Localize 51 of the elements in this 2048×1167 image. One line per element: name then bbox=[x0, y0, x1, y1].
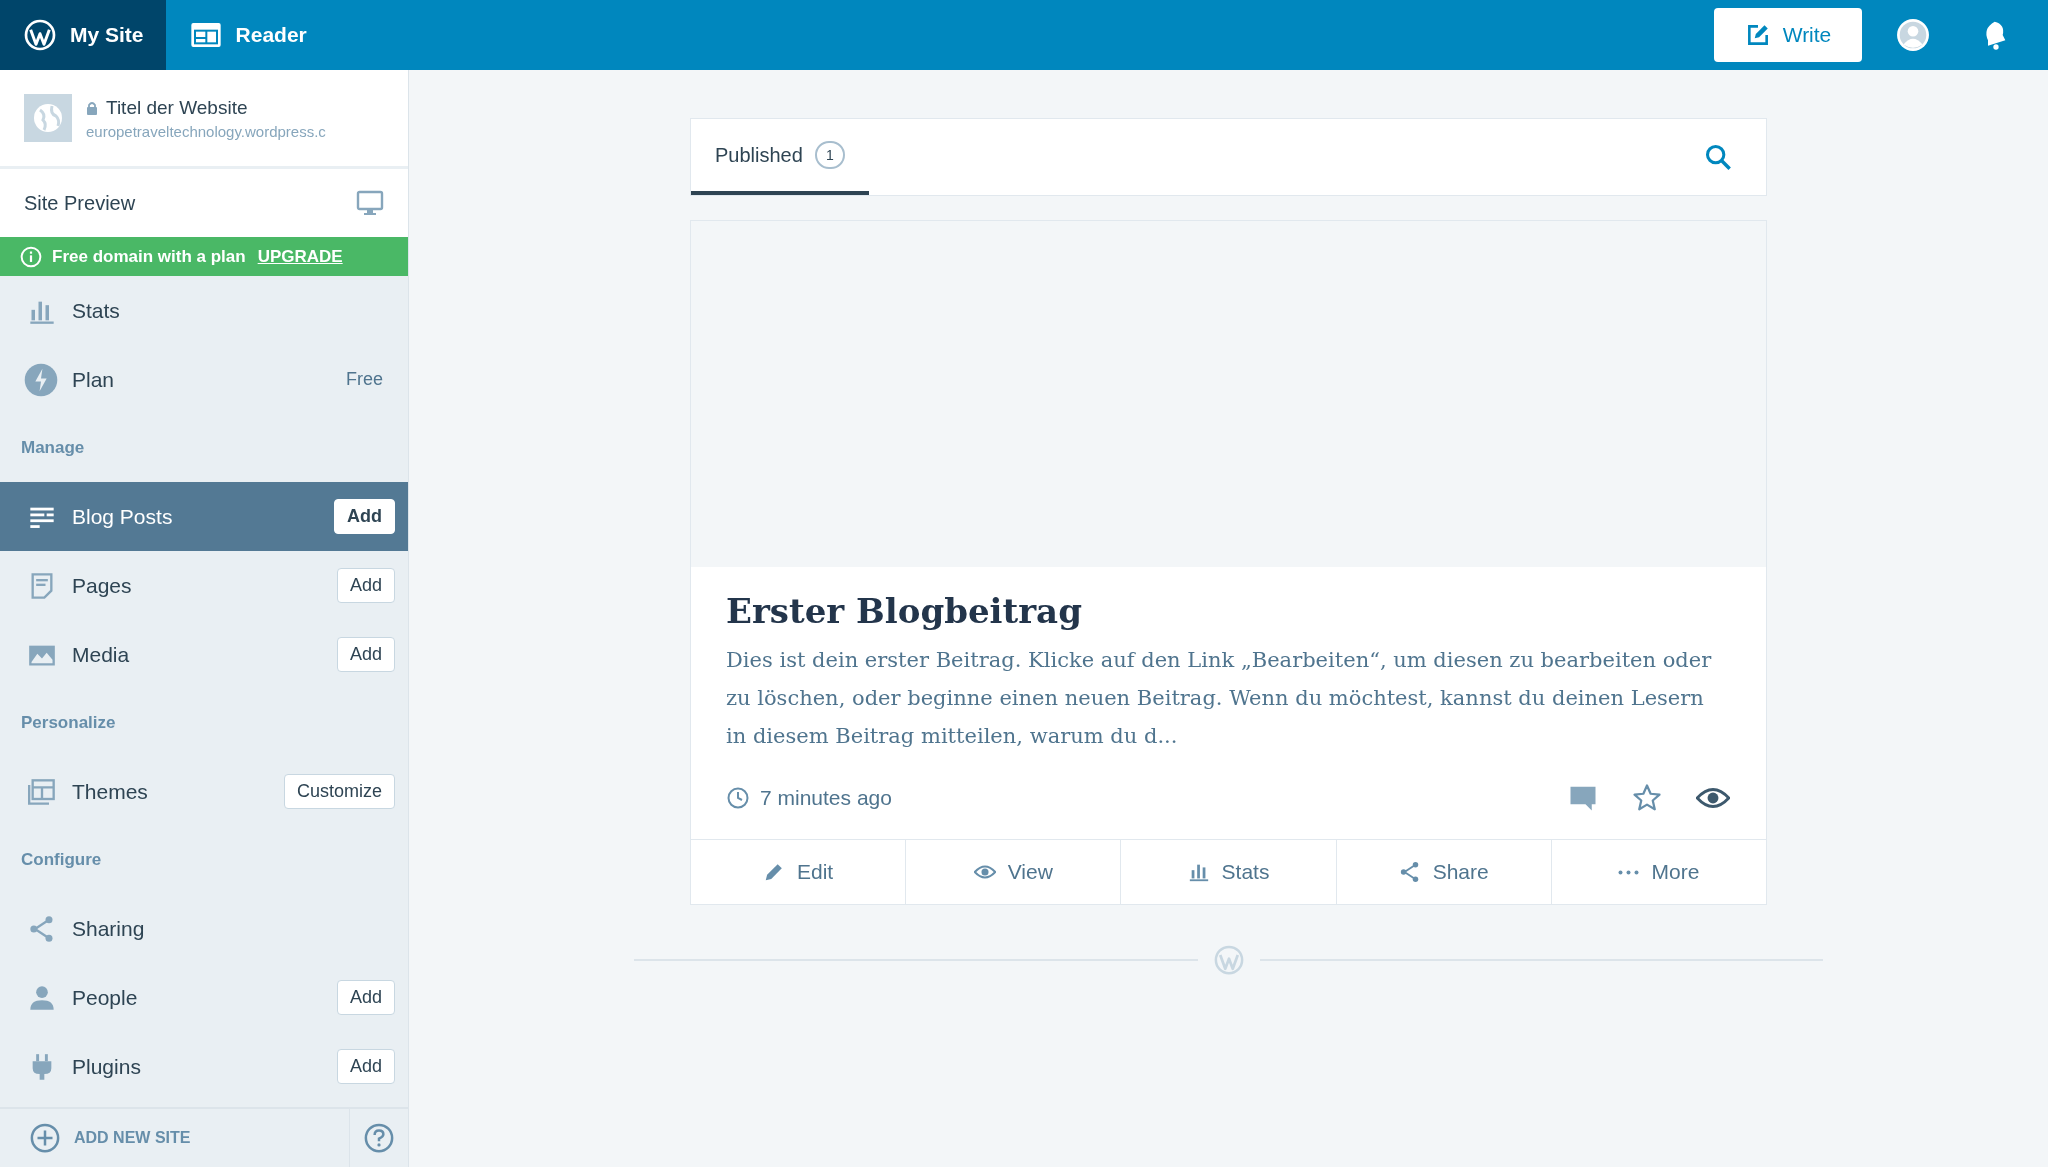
sidebar-item[interactable]: Blog Posts Add bbox=[0, 482, 408, 551]
star-icon[interactable] bbox=[1632, 783, 1662, 813]
sidebar-item[interactable]: Themes Customize bbox=[0, 757, 408, 826]
write-button[interactable]: Write bbox=[1714, 8, 1862, 62]
section-heading: Personalize bbox=[20, 712, 117, 734]
post-excerpt: Dies ist dein erster Beitrag. Klicke auf den Link „Bearbeiten“, um diesen zu bearbeiten oder zu löschen, oder beginne einen neuen Beitrag. Wenn du möchtest, kannst du deinen Lesern in diesem Beitrag mitteilen, warum du d... bbox=[726, 647, 1713, 750]
add-button[interactable]: Add bbox=[336, 980, 395, 1015]
person-icon bbox=[28, 983, 56, 1012]
add-button[interactable]: Customize bbox=[283, 774, 395, 809]
monitor-icon bbox=[356, 190, 384, 216]
add-button[interactable]: Add bbox=[336, 568, 395, 603]
section-heading: Manage bbox=[20, 437, 86, 459]
site-url: europetraveltechnology.wordpress.c bbox=[86, 122, 326, 140]
nav-tab[interactable]: My Site bbox=[0, 0, 166, 70]
search-icon[interactable] bbox=[1704, 143, 1732, 171]
lock-icon bbox=[86, 100, 98, 115]
bolt-icon bbox=[24, 362, 58, 397]
ellipsis-icon bbox=[1618, 869, 1640, 875]
avatar-icon[interactable] bbox=[1896, 18, 1930, 52]
layout-icon bbox=[28, 777, 56, 806]
sidebar-item[interactable]: Stats bbox=[0, 276, 408, 345]
plan-value: Free bbox=[346, 369, 383, 390]
sidebar-item[interactable]: Media Add bbox=[0, 620, 408, 689]
site-title: Titel der Website bbox=[106, 96, 248, 119]
nav-tab[interactable]: Reader bbox=[165, 0, 335, 70]
add-button[interactable]: Add bbox=[334, 499, 395, 534]
help-icon bbox=[364, 1123, 394, 1153]
sidebar-item[interactable]: Plan Free bbox=[0, 345, 408, 414]
sidebar-item[interactable]: Pages Add bbox=[0, 551, 408, 620]
section-heading: Configure bbox=[20, 849, 103, 871]
share-icon bbox=[1398, 861, 1421, 883]
wordpress-icon bbox=[1213, 945, 1244, 975]
status-tab[interactable]: Published 1 bbox=[691, 119, 869, 195]
pencil-icon bbox=[763, 861, 785, 883]
sidebar-item[interactable]: Plugins Add bbox=[0, 1032, 408, 1101]
site-card[interactable]: Titel der Website europetraveltechnology.wordpress.c bbox=[0, 70, 408, 169]
post-title[interactable]: Erster Blogbeitrag bbox=[726, 591, 1730, 631]
sidebar-item[interactable]: People Add bbox=[0, 963, 408, 1032]
site-preview-item[interactable]: Site Preview bbox=[0, 169, 408, 237]
plus-icon bbox=[30, 1123, 60, 1153]
wordpress-icon bbox=[24, 19, 56, 51]
post-time: 7 minutes ago bbox=[760, 786, 892, 810]
eye-icon[interactable] bbox=[1696, 785, 1730, 811]
banner-text: Free domain with a plan bbox=[52, 246, 246, 267]
count-badge: 1 bbox=[814, 141, 845, 169]
globe-icon bbox=[24, 94, 72, 142]
add-button[interactable]: Add bbox=[336, 637, 395, 672]
add-button[interactable]: Add bbox=[336, 1049, 395, 1084]
info-icon bbox=[20, 245, 42, 268]
clock-icon bbox=[726, 786, 750, 810]
sidebar-item[interactable]: Sharing bbox=[0, 894, 408, 963]
